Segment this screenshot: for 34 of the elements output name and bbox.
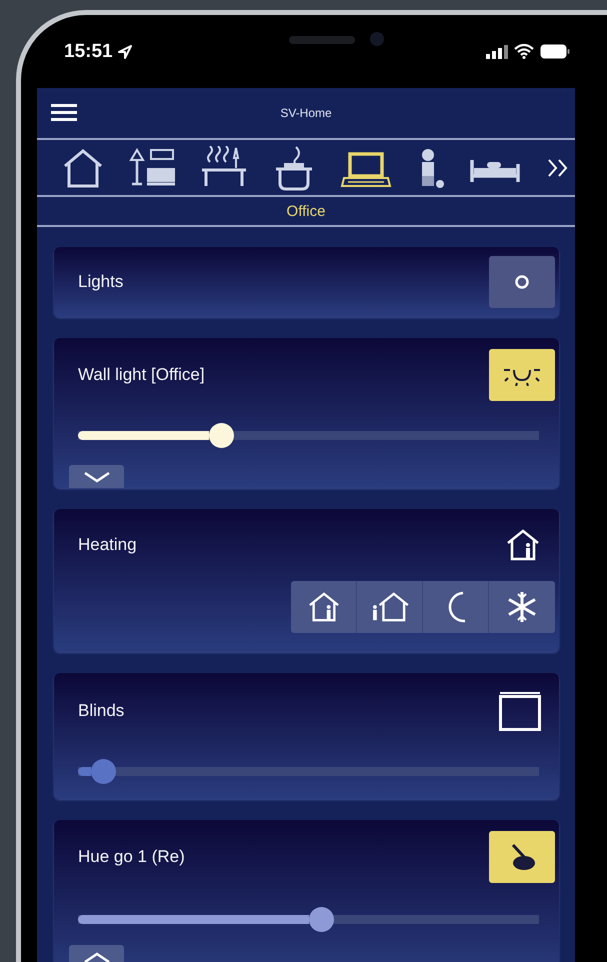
device-name: Heating: [78, 535, 137, 555]
device-name: Blinds: [78, 701, 124, 721]
power-off-icon: [514, 274, 530, 290]
chevron-up-icon: [82, 950, 110, 962]
battery-icon: [540, 44, 570, 59]
heating-mode-button[interactable]: [291, 581, 357, 633]
blinds-icon: [499, 691, 541, 731]
house-person-icon: [505, 528, 541, 562]
device-name: Lights: [78, 272, 124, 292]
expand-toggle-button[interactable]: [69, 945, 124, 962]
device-name: Wall light [Office]: [78, 365, 205, 385]
slider-thumb[interactable]: [91, 759, 116, 784]
heating-mode-button[interactable]: [357, 581, 423, 633]
power-toggle-button[interactable]: [489, 256, 555, 308]
app-title: SV-Home: [279, 106, 333, 120]
chevron-down-icon: [82, 470, 110, 482]
camera-lens: [370, 32, 384, 46]
speaker-grille: [289, 36, 355, 44]
signal-icon: [486, 44, 508, 58]
light-toggle-button[interactable]: [489, 349, 555, 401]
slider-thumb[interactable]: [309, 907, 334, 932]
double-chevron-icon[interactable]: [546, 156, 569, 178]
status-time: 15:51: [64, 40, 113, 62]
room-name: Office: [286, 202, 326, 220]
slider-thumb[interactable]: [208, 423, 234, 448]
device-name: Hue go 1 (Re): [78, 847, 185, 867]
heating-mode-button[interactable]: [423, 581, 489, 633]
lamp-toggle-button[interactable]: [489, 831, 555, 883]
heating-mode-button[interactable]: [489, 581, 555, 633]
location-arrow-icon: [116, 44, 133, 60]
house-person-icon: [306, 591, 340, 623]
menu-icon[interactable]: [51, 103, 77, 123]
expand-toggle-button[interactable]: [69, 465, 124, 488]
wifi-icon: [514, 44, 534, 59]
